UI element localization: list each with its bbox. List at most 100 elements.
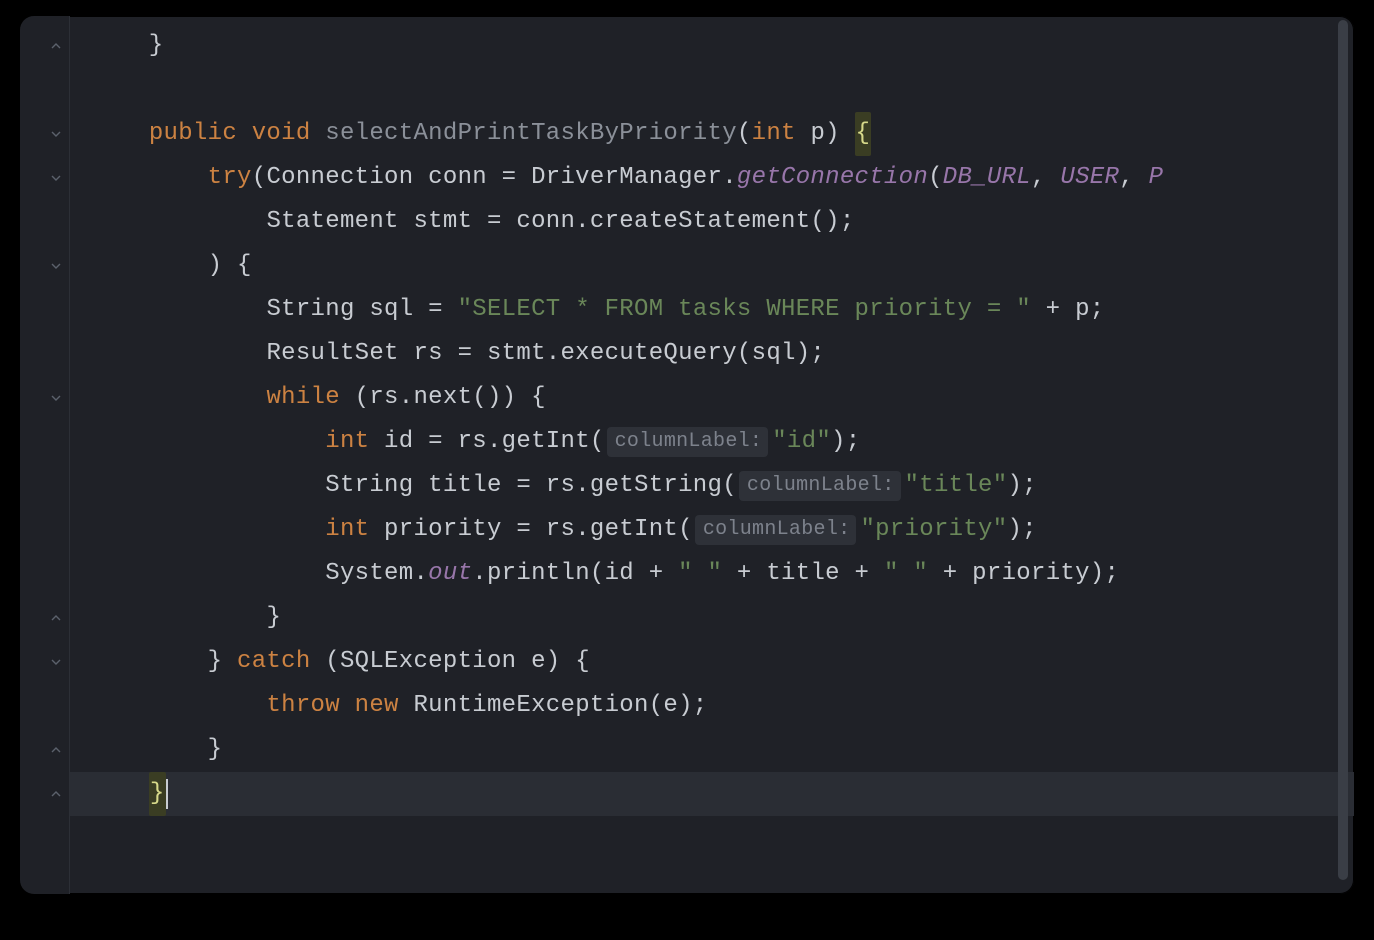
code-line[interactable] [70, 68, 1354, 112]
code-line[interactable]: } catch (SQLException e) { [70, 640, 1354, 684]
constant-user: USER [1060, 156, 1119, 200]
code-text: + p; [1031, 288, 1105, 332]
editor-frame: } public void selectAndPrintTaskByPriori… [20, 16, 1354, 894]
keyword-try: try [208, 156, 252, 200]
code-text [90, 244, 208, 288]
code-text [90, 552, 325, 596]
code-text [90, 112, 149, 156]
gutter-row [20, 200, 69, 244]
code-text: Statement stmt = conn.createStatement(); [266, 200, 854, 244]
fold-expand-icon[interactable] [49, 127, 63, 141]
code-text: ) { [208, 244, 252, 288]
gutter-row [20, 68, 69, 112]
code-line[interactable]: public void selectAndPrintTaskByPriority… [70, 112, 1354, 156]
static-method: getConnection [737, 156, 928, 200]
gutter-row [20, 728, 69, 772]
gutter-row [20, 332, 69, 376]
code-line[interactable]: int priority = rs.getInt(columnLabel:"pr… [70, 508, 1354, 552]
parameter-hint: columnLabel: [739, 471, 901, 501]
constant-dburl: DB_URL [943, 156, 1031, 200]
code-line[interactable]: int id = rs.getInt(columnLabel:"id"); [70, 420, 1354, 464]
gutter-row [20, 772, 69, 816]
gutter-row [20, 156, 69, 200]
code-text: , [1031, 156, 1060, 200]
code-text [340, 684, 355, 728]
keyword-while: while [266, 376, 340, 420]
string-literal: "SELECT * FROM tasks WHERE priority = " [458, 288, 1031, 332]
fold-collapse-icon[interactable] [49, 787, 63, 801]
keyword-throw: throw [266, 684, 340, 728]
code-line[interactable]: } [70, 728, 1354, 772]
code-text [90, 508, 325, 552]
code-text: String title = rs.getString( [325, 464, 737, 508]
code-line[interactable]: try(Connection conn = DriverManager.getC… [70, 156, 1354, 200]
code-line[interactable]: String title = rs.getString(columnLabel:… [70, 464, 1354, 508]
fold-expand-icon[interactable] [49, 655, 63, 669]
code-text: String sql = [266, 288, 457, 332]
code-text [90, 376, 266, 420]
code-text: .println(id + [472, 552, 678, 596]
editor-wrap: } public void selectAndPrintTaskByPriori… [20, 16, 1354, 894]
fold-expand-icon[interactable] [49, 259, 63, 273]
code-text: , [1119, 156, 1148, 200]
code-text: } [208, 728, 223, 772]
fold-collapse-icon[interactable] [49, 743, 63, 757]
code-text: + priority); [928, 552, 1119, 596]
code-line[interactable]: String sql = "SELECT * FROM tasks WHERE … [70, 288, 1354, 332]
string-literal: " " [678, 552, 722, 596]
code-text [90, 640, 208, 684]
code-text: ); [1007, 464, 1036, 508]
code-text: } [208, 640, 237, 684]
code-text: System. [325, 552, 428, 596]
code-area[interactable]: } public void selectAndPrintTaskByPriori… [70, 16, 1354, 894]
fold-expand-icon[interactable] [49, 391, 63, 405]
string-literal: "title" [905, 464, 1008, 508]
code-line[interactable]: while (rs.next()) { [70, 376, 1354, 420]
code-line[interactable]: throw new RuntimeException(e); [70, 684, 1354, 728]
keyword-int: int [325, 420, 369, 464]
code-text [90, 596, 266, 640]
code-line[interactable]: } [70, 596, 1354, 640]
fold-collapse-icon[interactable] [49, 39, 63, 53]
gutter-row [20, 464, 69, 508]
code-line[interactable]: ) { [70, 244, 1354, 288]
keyword-catch: catch [237, 640, 311, 684]
gutter-lines [20, 24, 69, 816]
keyword-public: public [149, 112, 237, 156]
gutter-row [20, 244, 69, 288]
code-text: (rs.next()) { [340, 376, 546, 420]
gutter-row [20, 508, 69, 552]
fold-expand-icon[interactable] [49, 171, 63, 185]
code-text: ( [737, 112, 752, 156]
code-line[interactable]: } [70, 24, 1354, 68]
gutter-row [20, 684, 69, 728]
keyword-void: void [252, 112, 311, 156]
code-text [90, 464, 325, 508]
code-text: } [90, 24, 164, 68]
code-text: Connection conn = DriverManager. [266, 156, 736, 200]
parameter-hint: columnLabel: [607, 427, 769, 457]
code-text: ( [928, 156, 943, 200]
code-text [90, 200, 266, 244]
gutter-row [20, 552, 69, 596]
code-text: ); [1007, 508, 1036, 552]
code-text [237, 112, 252, 156]
code-text [90, 156, 208, 200]
code-text: RuntimeException(e); [399, 684, 708, 728]
code-line[interactable]: System.out.println(id + " " + title + " … [70, 552, 1354, 596]
fold-collapse-icon[interactable] [49, 611, 63, 625]
code-text: ( [252, 156, 267, 200]
string-literal: "id" [772, 420, 831, 464]
code-line[interactable]: } [70, 772, 1354, 816]
code-text: priority = rs.getInt( [369, 508, 692, 552]
gutter-row [20, 420, 69, 464]
code-text [796, 112, 811, 156]
text-caret [166, 779, 168, 809]
code-line[interactable]: ResultSet rs = stmt.executeQuery(sql); [70, 332, 1354, 376]
static-field-out: out [428, 552, 472, 596]
code-line[interactable]: Statement stmt = conn.createStatement(); [70, 200, 1354, 244]
code-text: } [266, 596, 281, 640]
code-text [90, 420, 325, 464]
code-text: ); [831, 420, 860, 464]
gutter-row [20, 112, 69, 156]
